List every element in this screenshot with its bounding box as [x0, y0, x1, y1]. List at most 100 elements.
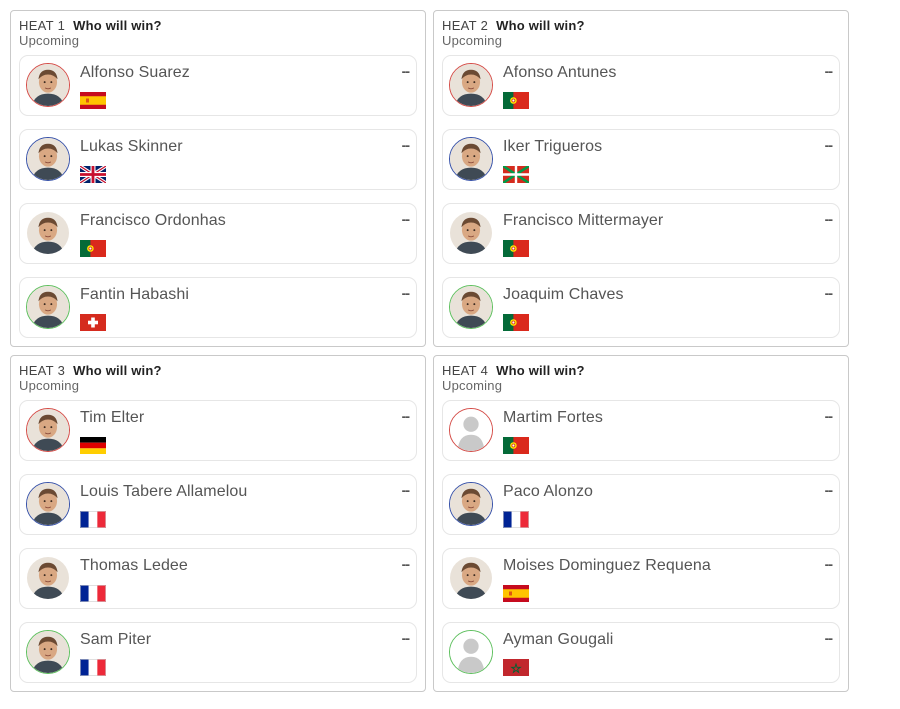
athlete-score: --	[401, 630, 410, 646]
athlete-score: --	[401, 482, 410, 498]
spain-flag-icon	[503, 585, 529, 602]
uk-flag-icon	[80, 166, 106, 183]
athlete-score: --	[401, 137, 410, 153]
athlete-name: Joaquim Chaves	[503, 286, 624, 303]
heat-status: Upcoming	[19, 33, 80, 48]
athlete-card[interactable]: Lukas Skinner --	[19, 129, 417, 190]
heat-header: HEAT 2 Who will win? Upcoming	[442, 18, 585, 48]
heat-question: Who will win?	[496, 18, 585, 33]
athlete-card[interactable]: Francisco Mittermayer --	[442, 203, 840, 264]
athlete-name: Martim Fortes	[503, 409, 603, 426]
athlete-score: --	[824, 211, 833, 227]
athlete-name: Moises Dominguez Requena	[503, 557, 711, 574]
heat-1-card: HEAT 1 Who will win? Upcoming Alfonso Sua…	[10, 10, 426, 347]
athlete-name: Iker Trigueros	[503, 138, 603, 155]
athlete-card[interactable]: Francisco Ordonhas --	[19, 203, 417, 264]
avatar	[449, 137, 493, 181]
athlete-name: Thomas Ledee	[80, 557, 188, 574]
athlete-score: --	[401, 408, 410, 424]
athlete-name: Paco Alonzo	[503, 483, 594, 500]
athlete-card[interactable]: Afonso Antunes --	[442, 55, 840, 116]
athlete-score: --	[824, 408, 833, 424]
athlete-score: --	[824, 137, 833, 153]
switzerland-flag-icon	[80, 314, 106, 331]
athlete-score: --	[401, 556, 410, 572]
heat-status: Upcoming	[442, 33, 503, 48]
athlete-card[interactable]: Paco Alonzo --	[442, 474, 840, 535]
athlete-score: --	[824, 482, 833, 498]
heat-header: HEAT 3 Who will win? Upcoming	[19, 363, 162, 393]
athlete-name: Alfonso Suarez	[80, 64, 190, 81]
portugal-flag-icon	[503, 240, 529, 257]
avatar	[26, 482, 70, 526]
heat-2-card: HEAT 2 Who will win? Upcoming Afonso Antu…	[433, 10, 849, 347]
avatar	[26, 63, 70, 107]
heat-4-card: HEAT 4 Who will win? Upcoming Martim Fort…	[433, 355, 849, 692]
athlete-card[interactable]: Moises Dominguez Requena --	[442, 548, 840, 609]
france-flag-icon	[80, 659, 106, 676]
heat-title: HEAT 4	[442, 363, 489, 378]
avatar	[26, 137, 70, 181]
athlete-score: --	[401, 285, 410, 301]
athlete-name: Louis Tabere Allamelou	[80, 483, 248, 500]
avatar	[26, 285, 70, 329]
heat-title: HEAT 1	[19, 18, 66, 33]
athlete-card[interactable]: Iker Trigueros --	[442, 129, 840, 190]
athlete-name: Sam Piter	[80, 631, 152, 648]
athlete-name: Afonso Antunes	[503, 64, 617, 81]
portugal-flag-icon	[503, 314, 529, 331]
athlete-card[interactable]: Ayman Gougali --	[442, 622, 840, 683]
athlete-name: Francisco Mittermayer	[503, 212, 664, 229]
france-flag-icon	[503, 511, 529, 528]
athlete-score: --	[401, 63, 410, 79]
france-flag-icon	[80, 511, 106, 528]
avatar-placeholder-icon	[449, 408, 493, 452]
athlete-name: Tim Elter	[80, 409, 145, 426]
avatar	[449, 63, 493, 107]
athlete-name: Ayman Gougali	[503, 631, 614, 648]
portugal-flag-icon	[503, 437, 529, 454]
heat-title: HEAT 2	[442, 18, 489, 33]
athlete-card[interactable]: Sam Piter --	[19, 622, 417, 683]
heat-status: Upcoming	[442, 378, 503, 393]
avatar	[449, 211, 493, 255]
heat-3-card: HEAT 3 Who will win? Upcoming Tim Elter -…	[10, 355, 426, 692]
france-flag-icon	[80, 585, 106, 602]
heat-question: Who will win?	[496, 363, 585, 378]
athlete-card[interactable]: Fantin Habashi --	[19, 277, 417, 338]
avatar	[26, 556, 70, 600]
avatar-placeholder-icon	[449, 630, 493, 674]
heat-title: HEAT 3	[19, 363, 66, 378]
spain-flag-icon	[80, 92, 106, 109]
germany-flag-icon	[80, 437, 106, 454]
athlete-name: Francisco Ordonhas	[80, 212, 226, 229]
athlete-card[interactable]: Tim Elter --	[19, 400, 417, 461]
basque-flag-icon	[503, 166, 529, 183]
heat-question: Who will win?	[73, 18, 162, 33]
avatar	[26, 211, 70, 255]
heat-status: Upcoming	[19, 378, 80, 393]
avatar	[449, 482, 493, 526]
athlete-card[interactable]: Thomas Ledee --	[19, 548, 417, 609]
portugal-flag-icon	[80, 240, 106, 257]
avatar	[26, 408, 70, 452]
athlete-score: --	[401, 211, 410, 227]
athlete-score: --	[824, 556, 833, 572]
athlete-card[interactable]: Alfonso Suarez --	[19, 55, 417, 116]
avatar	[26, 630, 70, 674]
heat-header: HEAT 4 Who will win? Upcoming	[442, 363, 585, 393]
heat-header: HEAT 1 Who will win? Upcoming	[19, 18, 162, 48]
avatar	[449, 285, 493, 329]
athlete-name: Fantin Habashi	[80, 286, 190, 303]
heat-question: Who will win?	[73, 363, 162, 378]
morocco-flag-icon	[503, 659, 529, 676]
avatar	[449, 556, 493, 600]
athlete-card[interactable]: Louis Tabere Allamelou --	[19, 474, 417, 535]
portugal-flag-icon	[503, 92, 529, 109]
athlete-card[interactable]: Joaquim Chaves --	[442, 277, 840, 338]
athlete-name: Lukas Skinner	[80, 138, 183, 155]
athlete-score: --	[824, 63, 833, 79]
athlete-card[interactable]: Martim Fortes --	[442, 400, 840, 461]
athlete-score: --	[824, 630, 833, 646]
athlete-score: --	[824, 285, 833, 301]
